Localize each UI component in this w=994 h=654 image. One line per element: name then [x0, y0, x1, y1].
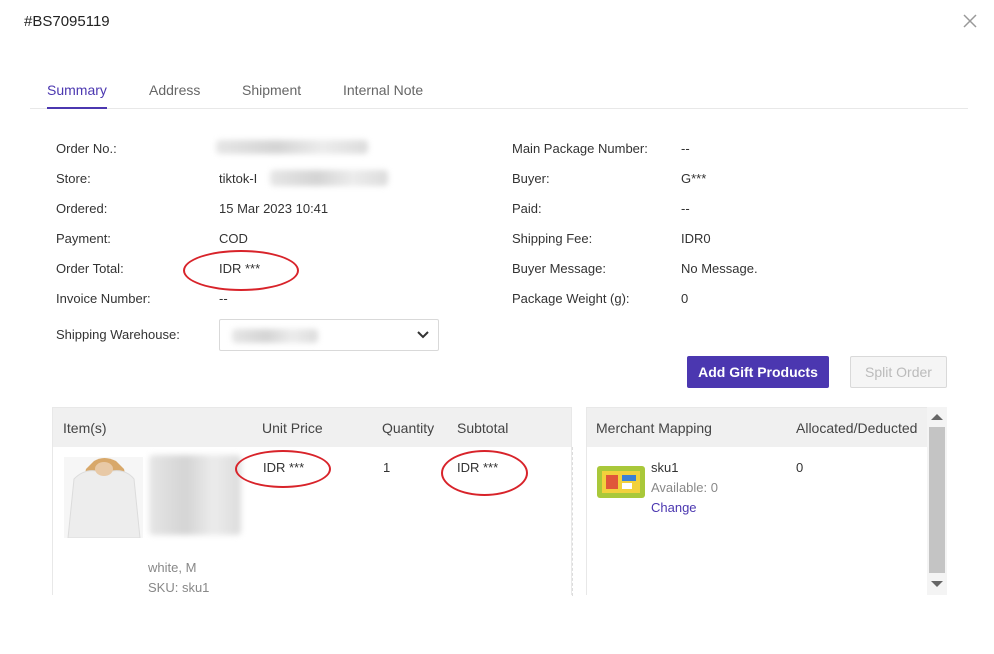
shipping-warehouse-select[interactable]: [219, 319, 439, 351]
tab-bar: Summary Address Shipment Internal Note: [30, 76, 968, 109]
change-link[interactable]: Change: [651, 500, 697, 515]
annotation-circle: [183, 250, 299, 291]
order-no-value-redacted: [216, 140, 368, 154]
header-quantity: Quantity: [382, 420, 435, 436]
warehouse-value-redacted: [232, 329, 318, 343]
vertical-scrollbar[interactable]: [927, 407, 947, 595]
items-table: Item(s) Unit Price Quantity Subtotal whi…: [52, 407, 573, 596]
allocated-value: 0: [796, 460, 804, 475]
merchant-available: Available: 0: [651, 480, 718, 495]
tab-summary[interactable]: Summary: [47, 82, 107, 109]
buyer-value: G***: [681, 171, 707, 186]
ordered-label: Ordered:: [56, 201, 108, 216]
annotation-circle: [235, 450, 331, 488]
store-value-redacted: [270, 170, 388, 186]
header-subtotal: Subtotal: [457, 420, 509, 436]
invoice-number-label: Invoice Number:: [56, 291, 151, 306]
quantity-value: 1: [383, 460, 391, 475]
header-unit-price: Unit Price: [262, 420, 323, 436]
order-total-label: Order Total:: [56, 261, 124, 276]
merchant-mapping-table: Merchant Mapping Allocated/Deducted sku1…: [586, 407, 947, 595]
store-label: Store:: [56, 171, 91, 186]
chevron-down-icon: [416, 327, 430, 341]
items-table-header: Item(s) Unit Price Quantity Subtotal: [53, 408, 571, 447]
mapping-table-header: Merchant Mapping Allocated/Deducted: [587, 408, 946, 447]
product-name-redacted: [149, 455, 241, 535]
header-items: Item(s): [63, 420, 107, 436]
add-gift-products-button[interactable]: Add Gift Products: [687, 356, 829, 388]
scroll-thumb[interactable]: [929, 427, 945, 573]
shipping-fee-label: Shipping Fee:: [512, 231, 593, 246]
merchant-sku: sku1: [651, 460, 679, 475]
header-merchant-mapping: Merchant Mapping: [596, 420, 712, 436]
scroll-up-icon[interactable]: [931, 414, 943, 420]
payment-label: Payment:: [56, 231, 111, 246]
buyer-message-value: No Message.: [681, 261, 758, 276]
column-divider: [572, 447, 573, 596]
shipping-warehouse-label: Shipping Warehouse:: [56, 327, 180, 342]
tab-shipment[interactable]: Shipment: [242, 82, 301, 108]
buyer-label: Buyer:: [512, 171, 550, 186]
main-package-number-label: Main Package Number:: [512, 141, 648, 156]
paid-value: --: [681, 201, 690, 216]
package-weight-value: 0: [681, 291, 689, 306]
paid-label: Paid:: [512, 201, 542, 216]
header-allocated-deducted: Allocated/Deducted: [796, 420, 918, 436]
order-title: #BS7095119: [24, 13, 110, 30]
product-sku: SKU: sku1: [148, 580, 210, 595]
ordered-value: 15 Mar 2023 10:41: [219, 201, 329, 216]
shipping-fee-value: IDR0: [681, 231, 711, 246]
tab-address[interactable]: Address: [149, 82, 200, 108]
merchant-product-image: [596, 463, 646, 501]
store-value: tiktok-I: [219, 171, 258, 186]
split-order-button: Split Order: [850, 356, 947, 388]
package-weight-label: Package Weight (g):: [512, 291, 630, 306]
product-image: [64, 457, 143, 538]
order-no-label: Order No.:: [56, 141, 117, 156]
annotation-circle: [441, 450, 528, 496]
main-package-number-value: --: [681, 141, 690, 156]
payment-value: COD: [219, 231, 248, 246]
product-variant: white, M: [148, 560, 197, 575]
buyer-message-label: Buyer Message:: [512, 261, 606, 276]
scroll-down-icon[interactable]: [931, 581, 943, 587]
invoice-number-value: --: [219, 291, 228, 306]
close-icon[interactable]: [961, 12, 979, 32]
tab-internal-note[interactable]: Internal Note: [343, 82, 423, 108]
